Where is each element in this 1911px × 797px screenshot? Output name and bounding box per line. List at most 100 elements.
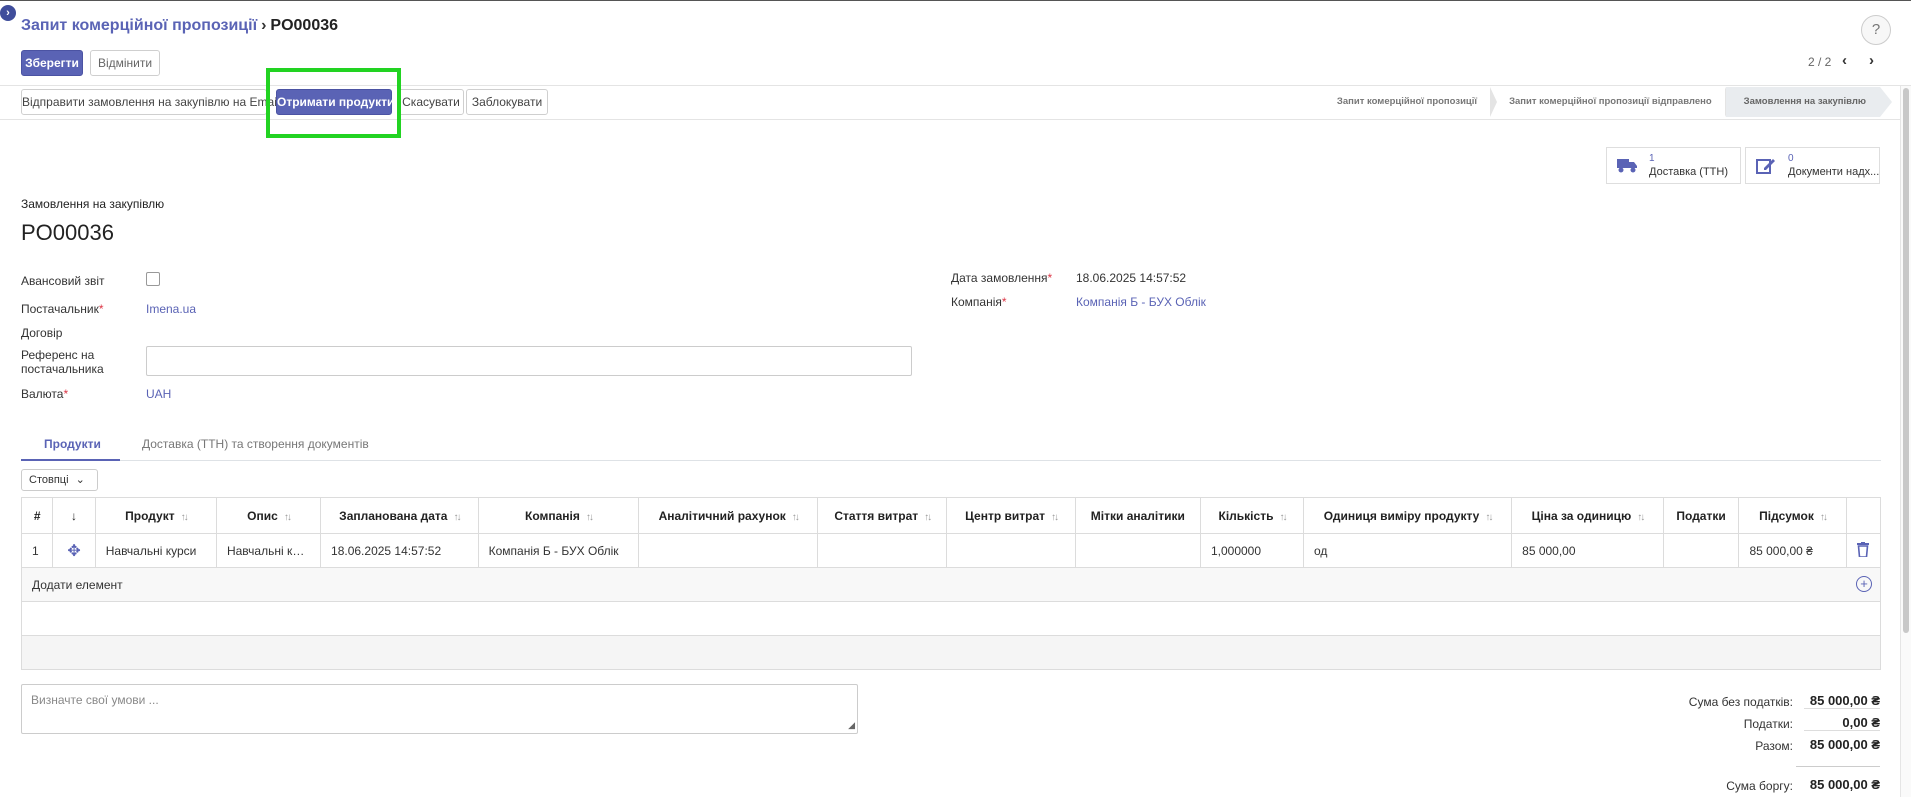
- cell-expense-item[interactable]: [817, 533, 948, 568]
- columns-button[interactable]: Стовпці ⌄: [21, 469, 98, 491]
- columns-button-label: Стовпці: [29, 474, 69, 486]
- chevron-down-icon: ⌄: [75, 474, 85, 486]
- breadcrumb-current: PO00036: [270, 17, 339, 34]
- col-header-handle[interactable]: ↓: [52, 497, 96, 534]
- col-header-label: Кількість: [1218, 508, 1274, 523]
- save-button[interactable]: Зберегти: [21, 50, 83, 76]
- sort-icon: ↑↓: [1279, 511, 1287, 523]
- totals-separator: [1796, 766, 1880, 767]
- col-header-planned-date[interactable]: Запланована дата ↑↓: [320, 497, 479, 534]
- plus-circle-icon[interactable]: +: [1856, 576, 1872, 592]
- cell-planned-date[interactable]: 18.06.2025 14:57:52: [320, 533, 479, 568]
- col-header-cost-center[interactable]: Центр витрат ↑↓: [946, 497, 1076, 534]
- table-header-row: # ↓ Продукт ↑↓ Опис ↑↓ Запланована дата ↑↓ …: [20, 497, 1882, 534]
- chevron-right-icon: ›: [261, 17, 267, 34]
- vendor-value[interactable]: Imena.ua: [146, 302, 196, 316]
- col-header-label: Компанія: [525, 508, 580, 523]
- vendor-label-text: Постачальник: [21, 302, 99, 316]
- currency-label-text: Валюта: [21, 387, 64, 401]
- col-header-label: Одиниця виміру продукту: [1323, 508, 1480, 523]
- documents-smart-button[interactable]: 0 Документи надх...: [1745, 147, 1880, 184]
- resize-grip-icon[interactable]: ◢: [848, 720, 855, 731]
- delivery-smart-button[interactable]: 1 Доставка (ТТН): [1606, 147, 1741, 184]
- col-header-analytic-account[interactable]: Аналітичний рахунок ↑↓: [638, 497, 819, 534]
- delivery-label: Доставка (ТТН): [1649, 166, 1729, 178]
- tab-delivery[interactable]: Доставка (ТТН) та створення документів: [142, 437, 369, 451]
- advance-report-checkbox[interactable]: [146, 272, 160, 286]
- receive-products-button[interactable]: Отримати продукти: [276, 89, 394, 115]
- scrollbar-thumb[interactable]: [1903, 88, 1909, 633]
- send-email-button[interactable]: Відправити замовлення на закупівлю на Em…: [21, 89, 280, 115]
- cell-taxes[interactable]: [1662, 533, 1740, 568]
- cell-company[interactable]: Компанія Б - БУХ Облік: [477, 533, 640, 568]
- stage-rfq[interactable]: Запит комерційної пропозиції: [1333, 87, 1498, 117]
- advance-report-label: Авансовий звіт: [21, 274, 105, 288]
- col-header-subtotal[interactable]: Підсумок ↑↓: [1738, 497, 1847, 534]
- order-date-label: Дата замовлення*: [951, 271, 1052, 285]
- status-stages: Запит комерційної пропозиції Запит комер…: [1333, 87, 1893, 117]
- chevron-right-icon[interactable]: ›: [0, 5, 16, 21]
- scrollbar[interactable]: [1900, 86, 1911, 797]
- help-button[interactable]: ?: [1861, 15, 1891, 45]
- col-header-taxes[interactable]: Податки: [1662, 497, 1740, 534]
- sort-icon: ↑↓: [1637, 511, 1645, 523]
- cell-unit-price[interactable]: 85 000,00: [1511, 533, 1664, 568]
- statusbar-bottom-border: [0, 119, 1911, 120]
- documents-count: 0: [1788, 153, 1794, 164]
- col-header-label: Підсумок: [1759, 508, 1814, 523]
- cell-analytic-account[interactable]: [638, 533, 819, 568]
- pager-next-icon[interactable]: ›: [1869, 52, 1874, 69]
- taxes-value: 0,00 ₴: [1804, 715, 1880, 731]
- company-label: Компанія*: [951, 295, 1007, 309]
- document-number: PO00036: [21, 220, 114, 245]
- col-header-product[interactable]: Продукт ↑↓: [94, 497, 217, 534]
- col-header-label: Ціна за одиницю: [1531, 508, 1632, 523]
- trash-icon: [1857, 541, 1870, 558]
- cell-cost-center[interactable]: [946, 533, 1076, 568]
- col-header-actions: [1845, 497, 1882, 534]
- empty-row: [21, 635, 1881, 670]
- sort-icon: ↑↓: [924, 511, 932, 523]
- sort-icon: ↑↓: [453, 511, 461, 523]
- cell-description[interactable]: Навчальні курси: [215, 533, 322, 568]
- breadcrumb-parent[interactable]: Запит комерційної пропозиції: [21, 17, 257, 34]
- stage-purchase-order[interactable]: Замовлення на закупівлю: [1725, 87, 1893, 117]
- terms-textarea[interactable]: Визначте свої умови ... ◢: [21, 684, 858, 734]
- pager-prev-icon[interactable]: ‹: [1842, 52, 1847, 69]
- col-header-analytic-tags[interactable]: Мітки аналітики: [1074, 497, 1201, 534]
- lock-button[interactable]: Заблокувати: [466, 89, 548, 115]
- pager-value: 2 / 2: [1808, 55, 1832, 69]
- cell-index: 1: [20, 533, 54, 568]
- vendor-ref-input[interactable]: [146, 346, 912, 376]
- currency-value[interactable]: UAH: [146, 387, 171, 401]
- col-header-uom[interactable]: Одиниця виміру продукту ↑↓: [1303, 497, 1513, 534]
- add-line-link[interactable]: Додати елемент: [32, 578, 123, 592]
- cell-product[interactable]: Навчальні курси: [94, 533, 217, 568]
- cell-uom[interactable]: од: [1303, 533, 1513, 568]
- delete-row-button[interactable]: [1845, 533, 1882, 568]
- col-header-quantity[interactable]: Кількість ↑↓: [1199, 497, 1305, 534]
- delivery-count: 1: [1649, 153, 1655, 164]
- currency-label: Валюта*: [21, 387, 68, 401]
- discard-button[interactable]: Відмінити: [90, 50, 160, 76]
- company-value[interactable]: Компанія Б - БУХ Облік: [1076, 295, 1206, 309]
- document-type: Замовлення на закупівлю: [21, 197, 165, 211]
- cell-analytic-tags[interactable]: [1074, 533, 1201, 568]
- col-header-expense-item[interactable]: Стаття витрат ↑↓: [817, 497, 948, 534]
- col-header-label: Запланована дата: [339, 508, 448, 523]
- untaxed-label: Сума без податків:: [1688, 695, 1793, 709]
- col-header-company[interactable]: Компанія ↑↓: [477, 497, 640, 534]
- col-header-description[interactable]: Опис ↑↓: [215, 497, 322, 534]
- drag-handle-icon[interactable]: ✥: [52, 533, 96, 568]
- col-header-unit-price[interactable]: Ціна за одиницю ↑↓: [1511, 497, 1664, 534]
- tab-active-underline: [21, 459, 120, 461]
- table-row[interactable]: 1 ✥ Навчальні курси Навчальні курси 18.0…: [20, 533, 1882, 568]
- required-mark: *: [63, 387, 69, 401]
- total-label: Разом:: [1755, 739, 1793, 753]
- order-date-value[interactable]: 18.06.2025 14:57:52: [1076, 271, 1186, 285]
- stage-rfq-sent[interactable]: Запит комерційної пропозиції відправлено: [1491, 87, 1732, 117]
- tab-products[interactable]: Продукти: [44, 437, 101, 451]
- cell-quantity[interactable]: 1,000000: [1199, 533, 1305, 568]
- cancel-button[interactable]: Скасувати: [398, 89, 464, 115]
- cell-subtotal: 85 000,00 ₴: [1738, 533, 1847, 568]
